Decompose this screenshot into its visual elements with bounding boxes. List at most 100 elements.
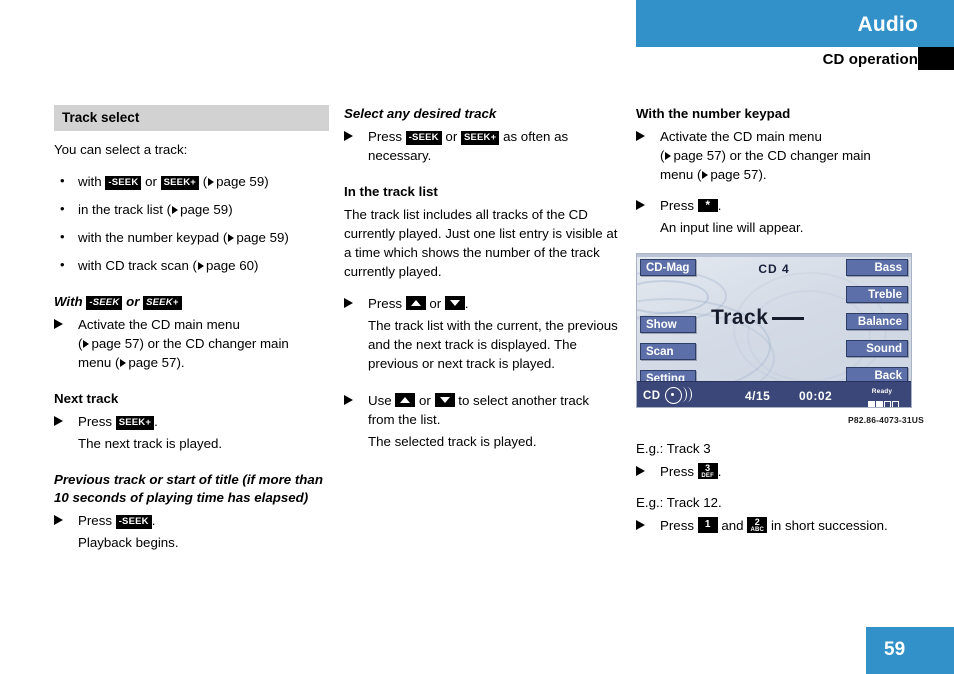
- step-triangle-icon: [54, 515, 63, 525]
- heading-in-the-track-list: In the track list: [344, 184, 438, 199]
- display-button-balance[interactable]: Balance: [846, 313, 908, 330]
- page-ref-triangle-icon: [228, 234, 235, 242]
- display-button-cd-mag[interactable]: CD-Mag: [640, 259, 696, 276]
- step-text: or: [441, 129, 461, 144]
- slot-indicator-5: [892, 401, 899, 407]
- status-source-label: CD: [643, 390, 661, 402]
- heading-previous-track: Previous track or start of title (if mor…: [54, 472, 323, 505]
- step-text: .: [717, 464, 722, 479]
- bullet-text: (: [199, 174, 208, 189]
- step-text: Press: [660, 518, 698, 533]
- step-text: and: [717, 518, 748, 533]
- number-key-3-icon: 3 DEF: [697, 463, 718, 479]
- step-text: Press: [78, 513, 116, 528]
- step-text: .: [154, 414, 158, 429]
- step-press-seek-repeatedly: Press -SEEK or SEEK+ as often as necessa…: [344, 127, 619, 165]
- key-digit: 2: [754, 517, 760, 527]
- paragraph-track-list: The track list includes all tracks of th…: [344, 207, 618, 279]
- step-text: Press: [368, 129, 406, 144]
- step-text: ) or the CD changer main: [721, 148, 871, 163]
- list-item: in the track list (page 59): [54, 199, 329, 219]
- page-reference: page 57: [128, 355, 177, 370]
- heading-select-any-track: Select any desired track: [344, 106, 497, 121]
- list-item: with CD track scan (page 60): [54, 255, 329, 275]
- step-press-up-down: Press or .: [344, 294, 619, 313]
- step-text: .: [151, 513, 156, 528]
- bullet-text: ): [284, 230, 289, 245]
- bullet-text: with the number keypad (: [78, 230, 228, 245]
- page-reference: page 59: [180, 202, 229, 217]
- step-triangle-icon: [344, 298, 353, 308]
- step-text: menu (: [78, 355, 120, 370]
- result-input-line-appears: An input line will appear.: [660, 220, 804, 235]
- step-press-key-3: Press 3 DEF.: [636, 462, 926, 481]
- page-ref-triangle-icon: [197, 262, 204, 270]
- step-press-keys-1-and-2: Press 1 and 2 ABC in short succession.: [636, 516, 926, 535]
- result-track-list-displayed: The track list with the current, the pre…: [368, 318, 618, 371]
- step-text: Activate the CD main menu: [78, 317, 240, 332]
- arrow-up-key-icon: [395, 393, 416, 407]
- status-track-counter: 4/15: [745, 389, 771, 403]
- page-number-box: [866, 627, 954, 674]
- result-playback-begins: Playback begins.: [78, 535, 179, 550]
- display-status-bar: CD 4/15 00:02 Ready: [637, 381, 911, 407]
- list-item: with -SEEK or SEEK+ (page 59): [54, 171, 329, 191]
- page-reference: page 57: [710, 167, 759, 182]
- example-track-3-label: E.g.: Track 3: [636, 441, 711, 456]
- heading-with-number-keypad: With the number keypad: [636, 106, 791, 121]
- page-ref-triangle-icon: [172, 206, 179, 214]
- step-triangle-icon: [636, 520, 645, 530]
- seek-plus-key: SEEK+: [143, 296, 182, 310]
- step-triangle-icon: [344, 395, 353, 405]
- result-next-track: The next track is played.: [78, 436, 223, 451]
- key-digit: 1: [704, 519, 711, 530]
- display-button-sound[interactable]: Sound: [846, 340, 908, 357]
- step-text: Press: [660, 464, 698, 479]
- page-reference: page 57: [91, 336, 140, 351]
- seek-minus-key: -SEEK: [115, 515, 152, 529]
- step-text: Activate the CD main menu: [660, 129, 822, 144]
- step-text: or: [425, 296, 445, 311]
- step-text: .: [464, 296, 469, 311]
- page-reference: page 59: [216, 174, 265, 189]
- track-select-options-list: with -SEEK or SEEK+ (page 59) in the tra…: [54, 171, 329, 275]
- seek-minus-key: -SEEK: [105, 176, 142, 190]
- step-text: in short succession.: [767, 518, 888, 533]
- page-number: 59: [884, 639, 906, 660]
- status-elapsed-time: 00:02: [799, 389, 833, 403]
- disc-watermark-icon: [637, 280, 709, 314]
- step-text: ).: [176, 355, 185, 370]
- seek-minus-key: -SEEK: [405, 131, 442, 145]
- step-use-arrows-to-select: Use or to select another track from the …: [344, 391, 619, 429]
- step-triangle-icon: [636, 466, 645, 476]
- section-heading-track-select: Track select: [54, 105, 329, 131]
- bullet-text: ): [254, 258, 259, 273]
- key-letters: ABC: [750, 527, 765, 533]
- display-button-treble[interactable]: Treble: [846, 286, 908, 303]
- number-key-1-icon: 1: [697, 517, 718, 533]
- step-triangle-icon: [344, 131, 353, 141]
- page-title: Audio: [857, 13, 918, 36]
- display-button-bass[interactable]: Bass: [846, 259, 908, 276]
- slot-indicator-4: [884, 401, 891, 407]
- step-text: ) or the CD changer main: [139, 336, 289, 351]
- step-press-star-key: Press *.: [636, 196, 926, 215]
- magazine-slot-indicator: [859, 392, 905, 407]
- cd-display-screenshot: CD 4 CD-Mag Show Scan Setting Bass Trebl…: [636, 253, 912, 408]
- arrow-down-key-icon: [434, 393, 455, 407]
- column-left: Track select You can select a track: wit…: [54, 105, 329, 555]
- seek-plus-key: SEEK+: [460, 131, 500, 145]
- page-reference: page 60: [205, 258, 255, 273]
- track-input-blanks: [772, 317, 805, 320]
- step-text: menu (: [660, 167, 702, 182]
- display-button-scan[interactable]: Scan: [640, 343, 696, 360]
- key-letters: DEF: [701, 473, 714, 479]
- intro-text: You can select a track:: [54, 142, 188, 157]
- arrow-up-key-icon: [405, 296, 426, 310]
- step-text: .: [717, 198, 722, 213]
- column-middle: Select any desired track Press -SEEK or …: [344, 105, 619, 454]
- display-button-show[interactable]: Show: [640, 316, 696, 333]
- page-ref-triangle-icon: [83, 340, 90, 348]
- display-track-input-line[interactable]: Track: [711, 307, 805, 328]
- heading-next-track: Next track: [54, 391, 119, 406]
